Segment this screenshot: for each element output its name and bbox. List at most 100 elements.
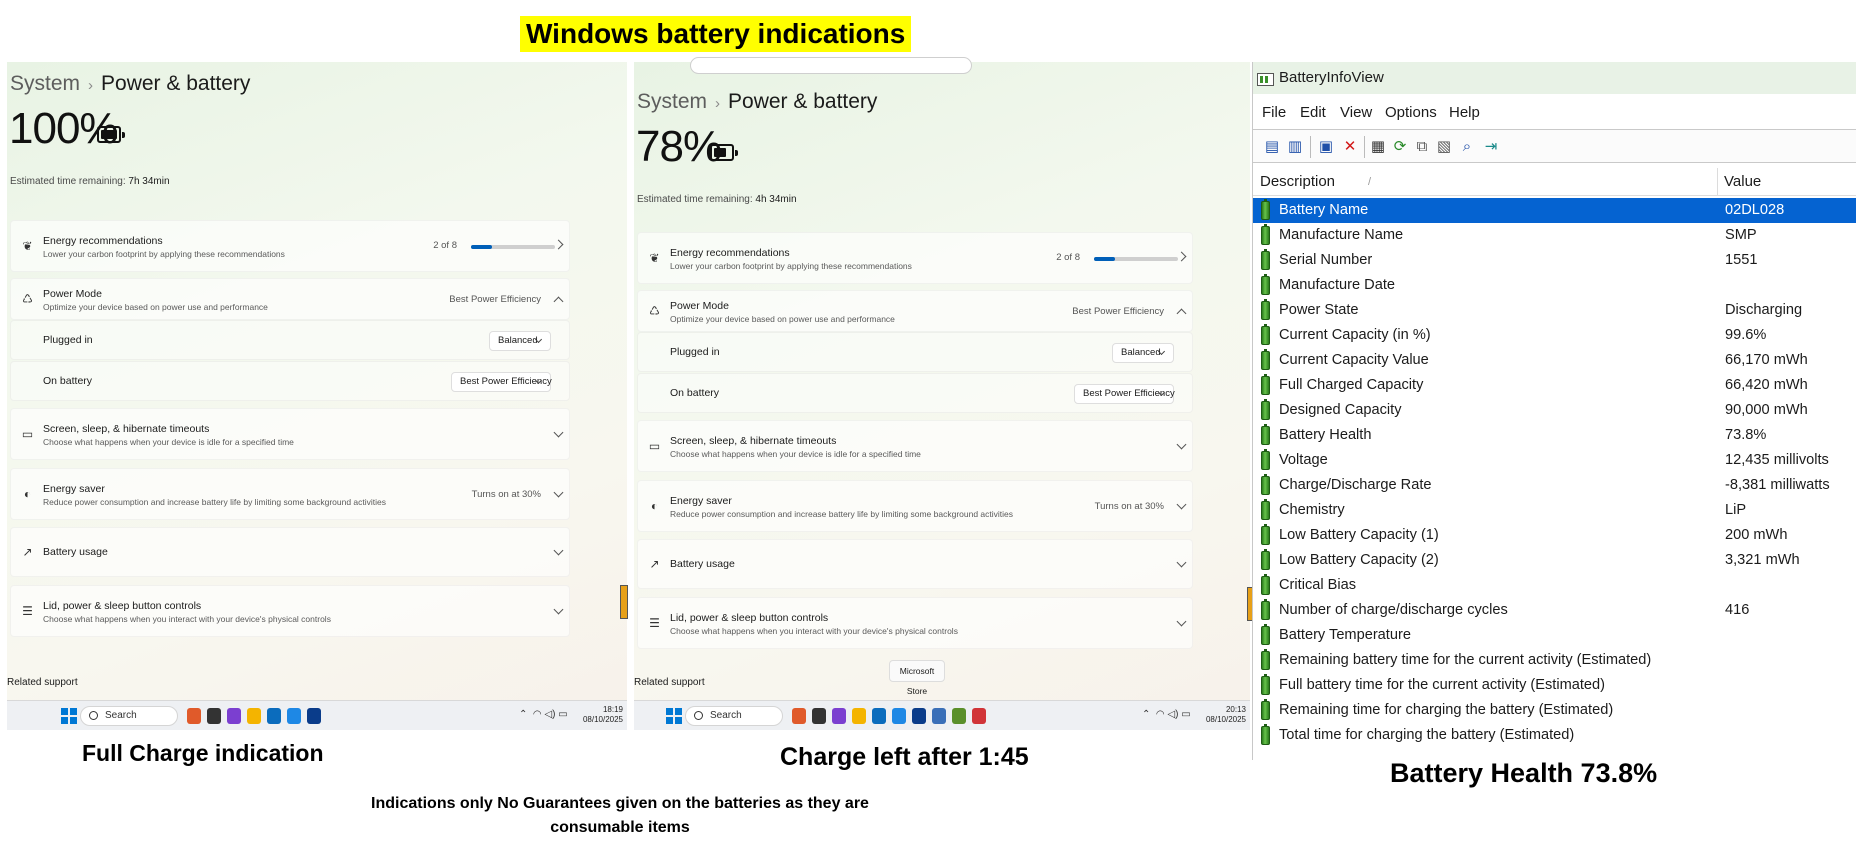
row-value: 66,420 mWh [1725,377,1808,393]
delete-icon[interactable]: ✕ [1340,137,1360,157]
table-row[interactable]: Low Battery Capacity (2) 3,321 mWh [1253,548,1856,573]
table-row[interactable]: Manufacture Name SMP [1253,223,1856,248]
find-icon[interactable]: ⌕ [1457,137,1477,157]
on-battery-dropdown[interactable]: Best Power Efficiency [451,372,552,392]
taskbar-search[interactable]: Search [685,706,783,726]
table-row[interactable]: Chemistry LiP [1253,498,1856,523]
taskbar-app-icon[interactable] [247,708,261,724]
column-value[interactable]: Value [1724,173,1761,190]
table-row[interactable]: Critical Bias [1253,573,1856,598]
battery-usage-card[interactable]: ↗ Battery usage [637,539,1193,589]
taskbar-app-icon[interactable] [187,708,201,724]
chevron-down-icon[interactable] [553,604,564,615]
taskbar-app-icon[interactable] [872,708,886,724]
windows-start-icon[interactable] [666,708,682,724]
copy-icon[interactable]: ⧉ [1412,137,1432,157]
chevron-right-icon[interactable] [1176,251,1187,262]
refresh-icon[interactable]: ⟳ [1390,137,1410,157]
exit-icon[interactable]: ⇥ [1481,137,1501,157]
taskbar-search[interactable]: Search [80,706,178,726]
chevron-down-icon[interactable] [553,487,564,498]
taskbar-app-icon[interactable] [287,708,301,724]
energy-recommendations-card[interactable]: ❦ Energy recommendations Lower your carb… [10,220,570,272]
taskbar-app-icon[interactable] [307,708,321,724]
lid-controls-card[interactable]: ☰ Lid, power & sleep button controls Cho… [637,597,1193,649]
on-battery-dropdown[interactable]: Best Power Efficiency [1074,384,1175,404]
plugged-in-dropdown[interactable]: Balanced [489,331,551,351]
screen-sleep-card[interactable]: ▭ Screen, sleep, & hibernate timeouts Ch… [637,420,1193,472]
breadcrumb-system[interactable]: System [637,90,707,113]
taskbar-clock[interactable]: 18:19 08/10/2025 [583,705,623,725]
table-row[interactable]: Battery Temperature [1253,623,1856,648]
menu-edit[interactable]: Edit [1300,104,1326,121]
chevron-down-icon[interactable] [1176,557,1187,568]
table-row[interactable]: Full battery time for the current activi… [1253,673,1856,698]
windows-start-icon[interactable] [61,708,77,724]
table-row[interactable]: Battery Health 73.8% [1253,423,1856,448]
column-description[interactable]: Description [1260,173,1335,190]
taskbar-app-icon[interactable] [832,708,846,724]
table-row[interactable]: Current Capacity (in %) 99.6% [1253,323,1856,348]
plugged-in-dropdown[interactable]: Balanced [1112,343,1174,363]
html-report-icon[interactable]: ▧ [1434,137,1454,157]
menu-options[interactable]: Options [1385,104,1437,121]
breadcrumb-system[interactable]: System [10,72,80,95]
taskbar-app-icon[interactable] [812,708,826,724]
energy-saver-card[interactable]: ◐ Energy saver Reduce power consumption … [10,468,570,520]
column-divider[interactable] [1717,168,1718,196]
taskbar-clock[interactable]: 20:13 08/10/2025 [1206,705,1246,725]
settings-search-field[interactable] [690,57,972,74]
energy-recommendations-card[interactable]: ❦ Energy recommendations Lower your carb… [637,232,1193,284]
taskbar-app-icon[interactable] [792,708,806,724]
system-tray[interactable]: ⌃ ◠ ◁) ▭ [1142,709,1191,720]
save-icon[interactable]: ▦ [1368,137,1388,157]
taskbar-app-icon[interactable] [852,708,866,724]
power-mode-card[interactable]: ♺ Power Mode Optimize your device based … [10,278,570,320]
taskbar-app-icon[interactable] [227,708,241,724]
chevron-right-icon[interactable] [553,239,564,250]
chevron-up-icon[interactable] [553,296,564,307]
battery-info-icon[interactable]: ▥ [1285,137,1305,157]
table-row[interactable]: Voltage 12,435 millivolts [1253,448,1856,473]
table-row[interactable]: Battery Name 02DL028 [1253,198,1856,223]
taskbar-app-icon[interactable] [207,708,221,724]
chevron-down-icon[interactable] [1176,616,1187,627]
table-row[interactable]: Total time for charging the battery (Est… [1253,723,1856,748]
breadcrumb-separator: › [715,95,721,112]
taskbar-app-icon[interactable] [267,708,281,724]
system-tray[interactable]: ⌃ ◠ ◁) ▭ [519,709,568,720]
taskbar-search-label: Search [710,710,742,721]
table-row[interactable]: Low Battery Capacity (1) 200 mWh [1253,523,1856,548]
taskbar-app-icon[interactable] [912,708,926,724]
power-mode-card[interactable]: ♺ Power Mode Optimize your device based … [637,290,1193,332]
energy-saver-card[interactable]: ◐ Energy saver Reduce power consumption … [637,480,1193,532]
chevron-down-icon[interactable] [1176,439,1187,450]
table-row[interactable]: Charge/Discharge Rate -8,381 milliwatts [1253,473,1856,498]
menu-help[interactable]: Help [1449,104,1480,121]
battery-usage-card[interactable]: ↗ Battery usage [10,527,570,577]
table-row[interactable]: Remaining time for charging the battery … [1253,698,1856,723]
battery-icon-fill [101,130,117,139]
taskbar-app-icon[interactable] [892,708,906,724]
screen-sleep-card[interactable]: ▭ Screen, sleep, & hibernate timeouts Ch… [10,408,570,460]
properties-icon[interactable]: ▤ [1262,137,1282,157]
table-row[interactable]: Power State Discharging [1253,298,1856,323]
table-row[interactable]: Remaining battery time for the current a… [1253,648,1856,673]
chevron-up-icon[interactable] [1176,308,1187,319]
chevron-down-icon[interactable] [553,545,564,556]
lid-controls-card[interactable]: ☰ Lid, power & sleep button controls Cho… [10,585,570,637]
taskbar-app-icon[interactable] [972,708,986,724]
taskbar-app-icon[interactable] [932,708,946,724]
table-row[interactable]: Designed Capacity 90,000 mWh [1253,398,1856,423]
chevron-down-icon[interactable] [553,427,564,438]
chevron-down-icon[interactable] [1176,499,1187,510]
table-row[interactable]: Manufacture Date [1253,273,1856,298]
table-row[interactable]: Number of charge/discharge cycles 416 [1253,598,1856,623]
menu-file[interactable]: File [1262,104,1286,121]
table-row[interactable]: Current Capacity Value 66,170 mWh [1253,348,1856,373]
taskbar-app-icon[interactable] [952,708,966,724]
table-row[interactable]: Serial Number 1551 [1253,248,1856,273]
table-row[interactable]: Full Charged Capacity 66,420 mWh [1253,373,1856,398]
window-icon[interactable]: ▣ [1316,137,1336,157]
menu-view[interactable]: View [1340,104,1372,121]
